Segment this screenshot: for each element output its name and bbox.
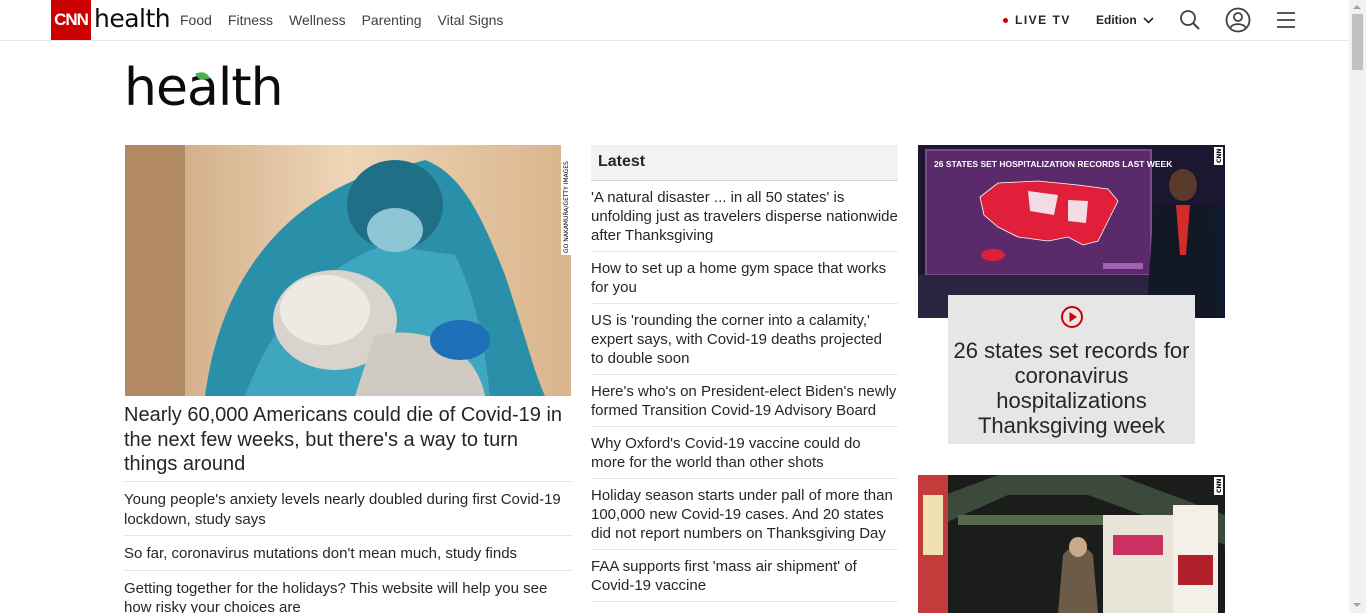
- scroll-up-icon[interactable]: [1353, 5, 1361, 9]
- top-nav: CNN health Food Fitness Wellness Parenti…: [0, 0, 1349, 41]
- section-logo[interactable]: health: [94, 4, 171, 33]
- col1-story-list: Young people's anxiety levels nearly dou…: [124, 481, 572, 613]
- edition-dropdown[interactable]: Edition: [1096, 13, 1154, 27]
- account-icon[interactable]: [1225, 7, 1251, 33]
- list-item[interactable]: 'A natural disaster ... in all 50 states…: [591, 181, 898, 252]
- latest-heading: Latest: [591, 145, 898, 181]
- nav-link-fitness[interactable]: Fitness: [228, 12, 273, 28]
- hero-photo: GO NAKAMURA/GETTY IMAGES: [125, 145, 571, 396]
- edition-label: Edition: [1096, 13, 1137, 27]
- hero-image[interactable]: GO NAKAMURA/GETTY IMAGES: [125, 145, 571, 396]
- chevron-down-icon: [1143, 16, 1154, 24]
- search-icon[interactable]: [1178, 8, 1202, 32]
- video-still: 26 STATES SET HOSPITALIZATION RECORDS LA…: [918, 145, 1225, 318]
- menu-icon[interactable]: [1275, 8, 1299, 32]
- page-scrollbar[interactable]: [1349, 0, 1366, 613]
- play-icon[interactable]: [1060, 305, 1084, 329]
- list-item[interactable]: Holiday season starts under pall of more…: [591, 479, 898, 550]
- nav-links: Food Fitness Wellness Parenting Vital Si…: [180, 0, 519, 40]
- nav-link-parenting[interactable]: Parenting: [362, 12, 422, 28]
- list-item[interactable]: How to set up a home gym space that work…: [591, 252, 898, 304]
- latest-list: 'A natural disaster ... in all 50 states…: [591, 181, 898, 602]
- live-tv-label: LIVE TV: [1015, 13, 1071, 27]
- scroll-thumb[interactable]: [1352, 14, 1363, 70]
- video-thumbnail[interactable]: 26 STATES SET HOSPITALIZATION RECORDS LA…: [918, 145, 1225, 318]
- cnn-watermark: CNN: [1216, 149, 1223, 163]
- photo-credit: GO NAKAMURA/GETTY IMAGES: [563, 161, 570, 253]
- list-item[interactable]: FAA supports first 'mass air shipment' o…: [591, 550, 898, 602]
- list-item[interactable]: Here's who's on President-elect Biden's …: [591, 375, 898, 427]
- live-tv-link[interactable]: LIVE TV: [1003, 13, 1071, 27]
- video-headline[interactable]: 26 states set records for coronavirus ho…: [948, 338, 1195, 438]
- nav-link-vital-signs[interactable]: Vital Signs: [438, 12, 504, 28]
- nav-link-food[interactable]: Food: [180, 12, 212, 28]
- video-screen-headline: 26 STATES SET HOSPITALIZATION RECORDS LA…: [934, 159, 1173, 169]
- live-dot-icon: [1003, 17, 1008, 23]
- cnn-logo[interactable]: CNN: [51, 0, 91, 40]
- story-image[interactable]: CNN: [918, 475, 1225, 613]
- hero-headline[interactable]: Nearly 60,000 Americans could die of Cov…: [124, 403, 574, 477]
- list-item[interactable]: So far, coronavirus mutations don't mean…: [124, 535, 572, 570]
- list-item[interactable]: Getting together for the holidays? This …: [124, 569, 572, 613]
- video-caption[interactable]: 26 states set records for coronavirus ho…: [948, 295, 1195, 444]
- nav-link-wellness[interactable]: Wellness: [289, 12, 346, 28]
- scroll-down-icon[interactable]: [1353, 603, 1361, 607]
- list-item[interactable]: US is 'rounding the corner into a calami…: [591, 304, 898, 375]
- story-photo: CNN: [918, 475, 1225, 613]
- list-item[interactable]: Young people's anxiety levels nearly dou…: [124, 481, 572, 535]
- cnn-watermark: CNN: [1216, 479, 1223, 493]
- list-item[interactable]: Why Oxford's Covid-19 vaccine could do m…: [591, 427, 898, 479]
- page-logo[interactable]: health: [124, 62, 284, 114]
